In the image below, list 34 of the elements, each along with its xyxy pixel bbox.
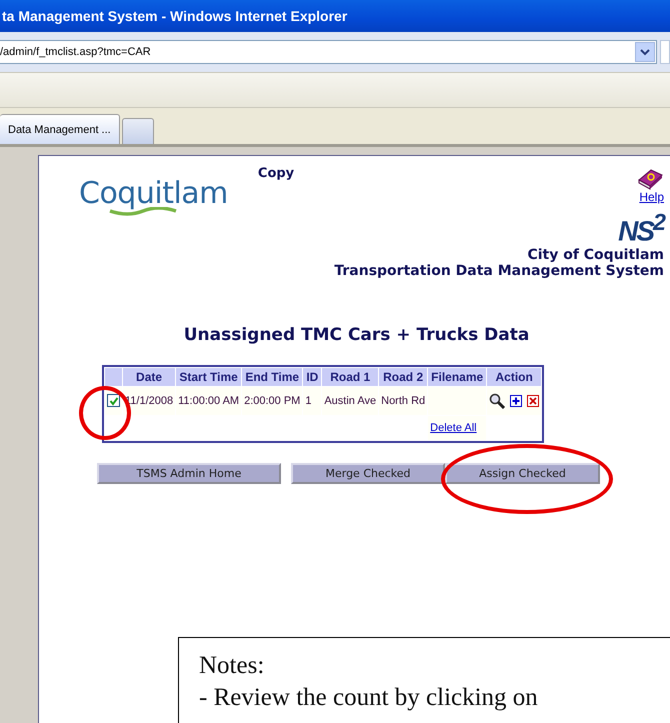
org-name: City of Coquitlam: [527, 247, 664, 264]
table-cell: Austin Ave: [324, 395, 376, 408]
table-cell: North Rd: [381, 395, 426, 408]
column-header: ID: [303, 368, 322, 386]
notes-text: - Review the count by clicking on: [199, 683, 539, 713]
column-header: Date: [123, 368, 176, 386]
action-button[interactable]: Assign Checked: [445, 463, 600, 484]
notes-title: Notes:: [199, 651, 266, 681]
column-header: Start Time: [176, 368, 242, 386]
plus-icon[interactable]: [510, 395, 522, 408]
help-link[interactable]: Help: [639, 190, 664, 204]
chevron-icon: [640, 48, 650, 56]
table-cell: 1: [305, 395, 312, 408]
column-header: Road 2: [379, 368, 428, 386]
delete-icon[interactable]: [527, 395, 540, 408]
system-logo: NS$^{2}$: [617, 208, 664, 248]
row-checkbox[interactable]: [107, 394, 120, 408]
browser-tab[interactable]: Data Management ...: [0, 114, 120, 144]
table-cell: 11:00:00 AM: [178, 395, 240, 408]
logo-text: Coquitlam: [79, 176, 228, 211]
copy-label: Copy: [258, 166, 294, 183]
system-name: Transportation Data Management System: [334, 263, 664, 280]
action-button[interactable]: Merge Checked: [291, 463, 445, 484]
dropdown-button[interactable]: [635, 42, 655, 62]
column-header: End Time: [242, 368, 302, 386]
window-title: ta Management System - Windows Internet Explorer: [2, 8, 348, 24]
page-heading: Unassigned TMC Cars + Trucks Data: [182, 325, 530, 346]
action-button[interactable]: TSMS Admin Home: [97, 463, 281, 484]
table-cell: 2:00:00 PM: [244, 395, 300, 408]
column-header: Action: [487, 368, 542, 386]
column-header: Filename: [428, 368, 486, 386]
magnifier-icon[interactable]: [489, 393, 506, 410]
address-field[interactable]: /admin/f_tmclist.asp?tmc=CAR: [0, 40, 657, 64]
column-header: Road 1: [322, 368, 378, 386]
